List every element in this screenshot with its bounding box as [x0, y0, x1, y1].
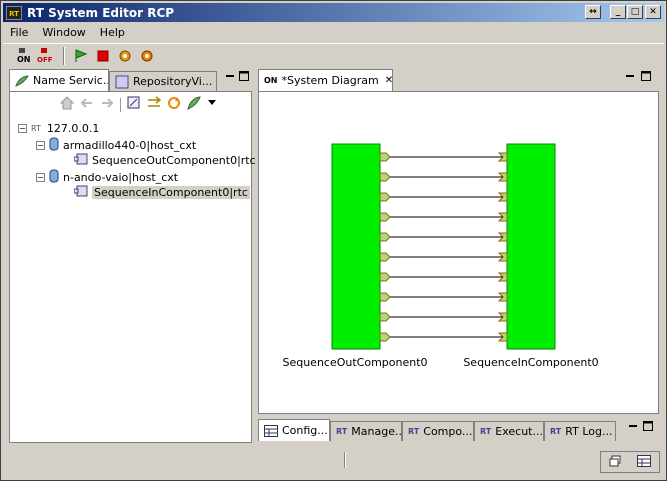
activate-icon[interactable]: [71, 46, 91, 66]
left-panel-tabstrip: Name Servic... RepositoryVi...: [9, 69, 252, 91]
editor-tabstrip: ON *System Diagram ✕: [258, 69, 659, 91]
on-icon: ON: [264, 76, 278, 85]
table-view-icon[interactable]: [637, 454, 651, 470]
component-box-out[interactable]: [331, 143, 381, 350]
out-port[interactable]: [379, 332, 391, 342]
deactivate-icon[interactable]: [93, 46, 113, 66]
forward-icon[interactable]: [100, 96, 114, 113]
tree-node-host-2[interactable]: − n-ando-vaio|host_cxt: [36, 169, 178, 186]
component-label-in: SequenceInComponent0: [463, 356, 598, 369]
zoom-icon[interactable]: [127, 96, 141, 113]
bottom-maximize-button[interactable]: [643, 421, 653, 434]
editor-maximize-button[interactable]: [641, 71, 651, 84]
name-service-panel: − RT 127.0.0.1 − armadillo440-0|host_cxt…: [9, 91, 256, 443]
tab-repository-view[interactable]: RepositoryVi...: [109, 71, 217, 91]
view-toolbar: [59, 96, 217, 113]
rt-icon: RT: [480, 427, 492, 436]
tab-name-service[interactable]: Name Servic...: [9, 69, 109, 91]
out-port[interactable]: [379, 232, 391, 242]
out-port[interactable]: [379, 152, 391, 162]
tree-root[interactable]: − RT 127.0.0.1: [18, 122, 99, 135]
minimize-button[interactable]: _: [610, 5, 626, 19]
main-window: RT RT System Editor RCP ↔ _ □ ✕ File Win…: [0, 0, 667, 481]
database-icon: [49, 169, 59, 186]
status-bar: [3, 446, 664, 479]
main-toolbar: ON OFF: [3, 43, 664, 67]
rt-icon: RT: [550, 427, 562, 436]
gear-icon[interactable]: [115, 46, 135, 66]
tab-manager[interactable]: RT Manage...: [330, 421, 402, 441]
connect-icon[interactable]: [147, 96, 162, 113]
back-icon[interactable]: [80, 96, 94, 113]
out-port[interactable]: [379, 192, 391, 202]
all-off-icon[interactable]: OFF: [37, 46, 57, 66]
editor-minimize-button[interactable]: [625, 71, 635, 84]
left-panel-minimize-button[interactable]: [225, 71, 235, 84]
component-label-out: SequenceOutComponent0: [282, 356, 427, 369]
svg-text:ON: ON: [17, 55, 31, 64]
menu-bar: File Window Help: [3, 23, 664, 41]
out-port[interactable]: [379, 252, 391, 262]
tab-configuration[interactable]: Config...: [258, 419, 330, 441]
tab-system-diagram[interactable]: ON *System Diagram ✕: [258, 69, 393, 91]
all-on-icon[interactable]: ON: [15, 46, 35, 66]
collapse-icon[interactable]: −: [36, 141, 45, 150]
component-icon: [73, 153, 88, 168]
tree-node-host-1[interactable]: − armadillo440-0|host_cxt: [36, 137, 196, 154]
out-port[interactable]: [379, 212, 391, 222]
database-icon: [49, 137, 59, 154]
title-bar[interactable]: RT RT System Editor RCP ↔ _ □ ✕: [3, 3, 664, 22]
collapse-icon[interactable]: −: [36, 173, 45, 182]
window-title: RT System Editor RCP: [27, 5, 175, 20]
maximize-button[interactable]: □: [627, 5, 643, 19]
restore-button[interactable]: ↔: [585, 5, 601, 19]
close-button[interactable]: ✕: [645, 5, 661, 19]
refresh-icon[interactable]: [167, 96, 181, 113]
table-icon: [264, 424, 278, 438]
bottom-tabstrip: Config... RT Manage... RT Compo... RT Ex…: [258, 419, 659, 441]
rt-icon: RT: [336, 427, 348, 436]
fast-view-bar: [600, 451, 660, 473]
repository-icon: [115, 75, 129, 89]
menu-window[interactable]: Window: [35, 26, 92, 39]
status-separator: [344, 452, 346, 468]
menu-file[interactable]: File: [3, 26, 35, 39]
tab-component[interactable]: RT Compo...: [402, 421, 474, 441]
restore-view-icon[interactable]: [609, 455, 621, 470]
left-panel-maximize-button[interactable]: [239, 71, 249, 84]
component-icon: [73, 185, 88, 200]
gear-orange-icon[interactable]: [137, 46, 157, 66]
leaf-icon[interactable]: [187, 96, 201, 113]
tree-node-component-out[interactable]: SequenceOutComponent0|rtc: [73, 153, 256, 168]
home-icon[interactable]: [59, 96, 75, 113]
out-port[interactable]: [379, 172, 391, 182]
tab-execution[interactable]: RT Execut...: [474, 421, 544, 441]
svg-text:OFF: OFF: [37, 56, 53, 64]
app-icon: RT: [6, 5, 22, 20]
name-service-icon: [15, 74, 29, 88]
out-port[interactable]: [379, 272, 391, 282]
tree-node-component-in[interactable]: SequenceInComponent0|rtc: [73, 185, 250, 200]
component-box-in[interactable]: [506, 143, 556, 350]
collapse-icon[interactable]: −: [18, 124, 27, 133]
close-tab-icon[interactable]: ✕: [385, 75, 392, 86]
tab-rt-log[interactable]: RT RT Log...: [544, 421, 616, 441]
toolbar-separator: [63, 46, 65, 65]
system-diagram-canvas[interactable]: SequenceOutComponent0 SequenceInComponen…: [258, 91, 659, 414]
menu-help[interactable]: Help: [93, 26, 132, 39]
out-port[interactable]: [379, 312, 391, 322]
view-menu-icon[interactable]: [207, 98, 217, 111]
diagram-svg: SequenceOutComponent0 SequenceInComponen…: [282, 143, 599, 369]
bottom-minimize-button[interactable]: [628, 421, 638, 434]
out-port[interactable]: [379, 292, 391, 302]
rt-icon: RT: [408, 427, 420, 436]
